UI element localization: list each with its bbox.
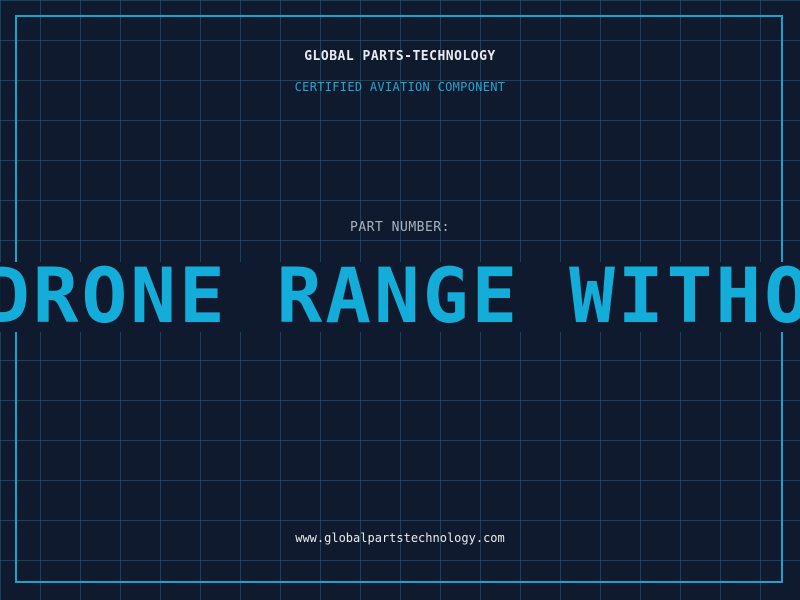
company-name: GLOBAL PARTS-TECHNOLOGY <box>304 49 496 64</box>
website-url: www.globalpartstechnology.com <box>295 531 505 545</box>
part-number-label: PART NUMBER: <box>350 220 450 235</box>
certification-subtitle: CERTIFIED AVIATION COMPONENT <box>294 80 506 94</box>
part-number-value: DRONE RANGE WITHOPU <box>0 262 800 332</box>
part-number-band: DRONE RANGE WITHOPU <box>0 262 800 332</box>
certificate-page: GLOBAL PARTS-TECHNOLOGY CERTIFIED AVIATI… <box>0 0 800 600</box>
